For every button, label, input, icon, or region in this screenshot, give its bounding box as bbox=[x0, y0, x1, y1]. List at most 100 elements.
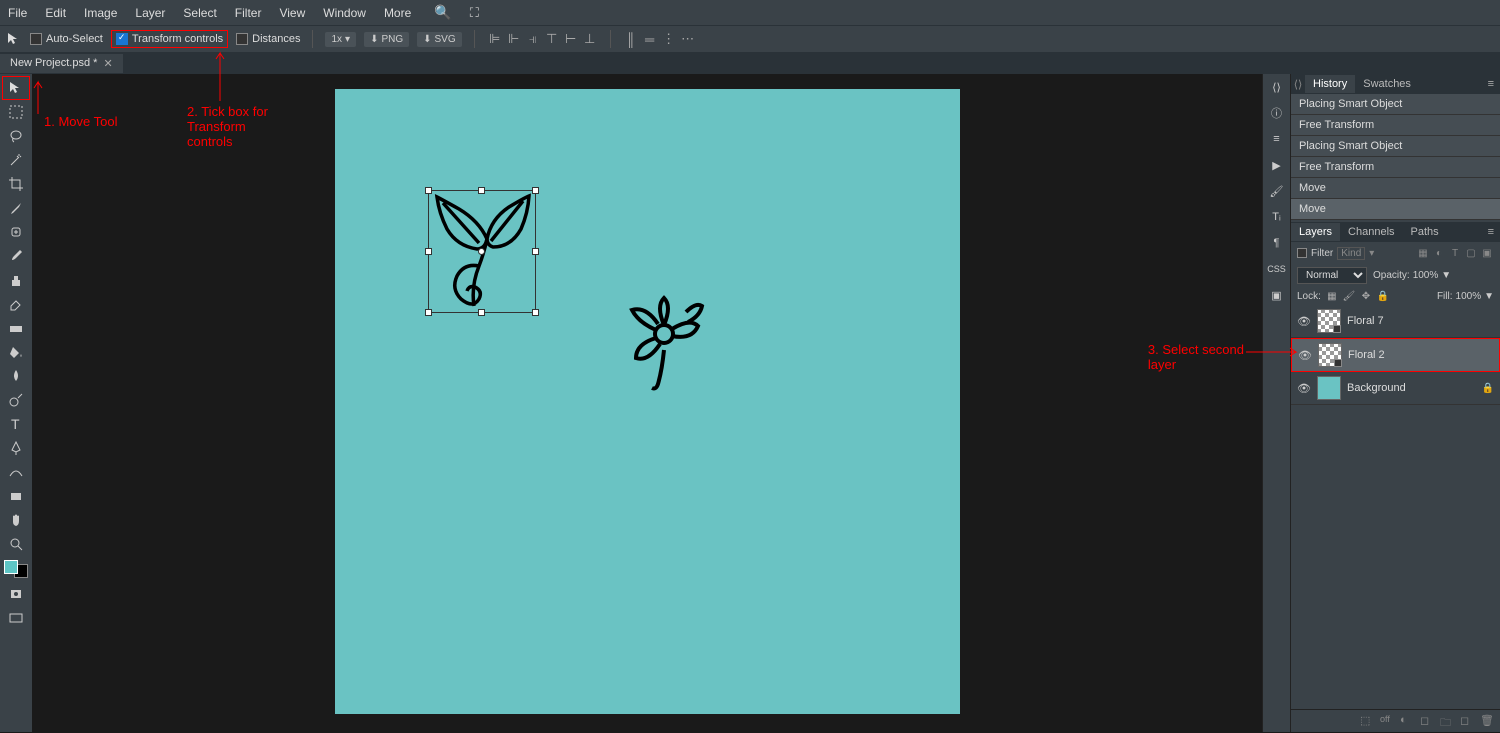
clone-tool[interactable] bbox=[2, 268, 30, 292]
history-item[interactable]: Move bbox=[1291, 178, 1500, 199]
export-svg-button[interactable]: ⬇SVG bbox=[417, 32, 462, 47]
channels-tab[interactable]: Channels bbox=[1340, 223, 1402, 241]
history-item[interactable]: Placing Smart Object bbox=[1291, 94, 1500, 115]
auto-select-checkbox[interactable] bbox=[30, 33, 42, 45]
align-left-icon[interactable]: ⊫ bbox=[487, 31, 503, 47]
new-layer-icon[interactable]: ◻ bbox=[1460, 714, 1474, 728]
history-item[interactable]: Placing Smart Object bbox=[1291, 136, 1500, 157]
transform-controls-checkbox[interactable] bbox=[116, 33, 128, 45]
folder-icon[interactable]: 🗀 bbox=[1440, 714, 1454, 728]
history-item[interactable]: Free Transform bbox=[1291, 157, 1500, 178]
menu-select[interactable]: Select bbox=[183, 6, 216, 20]
fullscreen-icon[interactable]: ⛶ bbox=[470, 5, 479, 21]
layers-tab[interactable]: Layers bbox=[1291, 223, 1340, 241]
paths-tab[interactable]: Paths bbox=[1403, 223, 1447, 241]
layer-thumb[interactable] bbox=[1317, 309, 1341, 333]
quick-mask-tool[interactable] bbox=[2, 582, 30, 606]
collapse-icon[interactable]: ⟨⟩ bbox=[1263, 74, 1290, 100]
lock-transparency-icon[interactable]: ▦ bbox=[1325, 289, 1339, 303]
menu-layer[interactable]: Layer bbox=[135, 6, 165, 20]
marquee-tool[interactable] bbox=[2, 100, 30, 124]
auto-select-checkbox-group[interactable]: Auto-Select bbox=[30, 33, 103, 45]
layer-thumb[interactable] bbox=[1317, 376, 1341, 400]
bucket-tool[interactable] bbox=[2, 340, 30, 364]
fill-group[interactable]: Fill: 100% ▼ bbox=[1437, 291, 1494, 302]
filter-adjust-icon[interactable]: ◐ bbox=[1432, 246, 1446, 260]
lock-position-icon[interactable]: ✥ bbox=[1359, 289, 1373, 303]
document-tab[interactable]: New Project.psd * ✕ bbox=[0, 54, 123, 73]
handle-center[interactable] bbox=[478, 248, 485, 255]
pen-tool[interactable] bbox=[2, 436, 30, 460]
blur-tool[interactable] bbox=[2, 364, 30, 388]
list-icon[interactable]: ≡ bbox=[1263, 126, 1290, 152]
dodburn-tool[interactable] bbox=[2, 388, 30, 412]
eyedropper-tool[interactable] bbox=[2, 196, 30, 220]
menu-more[interactable]: More bbox=[384, 6, 411, 20]
menu-view[interactable]: View bbox=[279, 6, 305, 20]
hand-tool[interactable] bbox=[2, 508, 30, 532]
character-icon[interactable]: Tᵢ bbox=[1263, 204, 1290, 230]
filter-shape-icon[interactable]: ▢ bbox=[1464, 246, 1478, 260]
css-icon[interactable]: CSS bbox=[1263, 256, 1290, 282]
brush-tool[interactable] bbox=[2, 244, 30, 268]
align-right-icon[interactable]: ⫣ bbox=[525, 31, 541, 47]
trash-icon[interactable]: 🗑 bbox=[1480, 714, 1494, 728]
align-top-icon[interactable]: ⊤ bbox=[544, 31, 560, 47]
visibility-eye-icon[interactable]: 👁 bbox=[1297, 382, 1311, 395]
menu-file[interactable]: File bbox=[8, 6, 27, 20]
handle-bot-mid[interactable] bbox=[478, 309, 485, 316]
menu-edit[interactable]: Edit bbox=[45, 6, 66, 20]
menu-filter[interactable]: Filter bbox=[235, 6, 262, 20]
layer-row-floral7[interactable]: 👁 Floral 7 bbox=[1291, 305, 1500, 338]
filter-pixel-icon[interactable]: ▦ bbox=[1416, 246, 1430, 260]
dropdown-caret-icon[interactable]: ▼ bbox=[1441, 270, 1451, 281]
distribute-v-icon[interactable]: ═ bbox=[642, 31, 658, 47]
handle-bot-left[interactable] bbox=[425, 309, 432, 316]
fx-icon[interactable]: ◐ bbox=[1400, 714, 1414, 728]
lock-all-icon[interactable]: 🔒 bbox=[1376, 289, 1390, 303]
history-item[interactable]: Free Transform bbox=[1291, 115, 1500, 136]
zoom-dropdown[interactable]: 1x▾ bbox=[325, 32, 356, 47]
gradient-tool[interactable] bbox=[2, 316, 30, 340]
distances-checkbox[interactable] bbox=[236, 33, 248, 45]
dropdown-caret-icon[interactable]: ▼ bbox=[1484, 291, 1494, 302]
distribute-spacing-icon[interactable]: ⋮ bbox=[661, 31, 677, 47]
filter-type-icon[interactable]: T bbox=[1448, 246, 1462, 260]
panel-menu-icon[interactable]: ≡ bbox=[1482, 226, 1500, 238]
blend-mode-select[interactable]: Normal bbox=[1297, 267, 1367, 284]
visibility-eye-icon[interactable]: 👁 bbox=[1298, 349, 1312, 362]
mask-icon[interactable]: ◻ bbox=[1420, 714, 1434, 728]
foreground-swatch[interactable] bbox=[4, 560, 18, 574]
align-middle-icon[interactable]: ⊢ bbox=[563, 31, 579, 47]
shape-tool[interactable] bbox=[2, 484, 30, 508]
eraser-tool[interactable] bbox=[2, 292, 30, 316]
handle-bot-right[interactable] bbox=[532, 309, 539, 316]
link-layers-icon[interactable]: ⬚ bbox=[1360, 714, 1374, 728]
lasso-tool[interactable] bbox=[2, 124, 30, 148]
align-center-h-icon[interactable]: ⊩ bbox=[506, 31, 522, 47]
filter-kind-dropdown[interactable]: Kind bbox=[1337, 247, 1365, 260]
floral-flower-object[interactable] bbox=[618, 292, 710, 392]
handle-top-left[interactable] bbox=[425, 187, 432, 194]
lock-paint-icon[interactable]: 🖌 bbox=[1342, 289, 1356, 303]
handle-top-mid[interactable] bbox=[478, 187, 485, 194]
distribute-h-icon[interactable]: ║ bbox=[623, 31, 639, 47]
play-icon[interactable]: ▶ bbox=[1263, 152, 1290, 178]
paragraph-icon[interactable]: ¶ bbox=[1263, 230, 1290, 256]
brush-panel-icon[interactable]: 🖌 bbox=[1263, 178, 1290, 204]
transform-controls-checkbox-group[interactable]: Transform controls bbox=[111, 30, 228, 48]
expand-icon[interactable]: ⟨⟩ bbox=[1291, 78, 1305, 91]
layer-row-floral2[interactable]: 👁 Floral 2 bbox=[1291, 338, 1500, 372]
filter-checkbox[interactable] bbox=[1297, 248, 1307, 258]
path-tool[interactable] bbox=[2, 460, 30, 484]
align-bottom-icon[interactable]: ⊥ bbox=[582, 31, 598, 47]
handle-mid-right[interactable] bbox=[532, 248, 539, 255]
info-icon[interactable]: ⓘ bbox=[1263, 100, 1290, 126]
color-swatches[interactable] bbox=[4, 560, 28, 578]
handle-mid-left[interactable] bbox=[425, 248, 432, 255]
canvas-area[interactable]: 1. Move Tool 2. Tick box for Transform c… bbox=[32, 74, 1262, 732]
handle-top-right[interactable] bbox=[532, 187, 539, 194]
opacity-group[interactable]: Opacity: 100% ▼ bbox=[1373, 270, 1451, 281]
menu-window[interactable]: Window bbox=[323, 6, 366, 20]
visibility-eye-icon[interactable]: 👁 bbox=[1297, 315, 1311, 328]
